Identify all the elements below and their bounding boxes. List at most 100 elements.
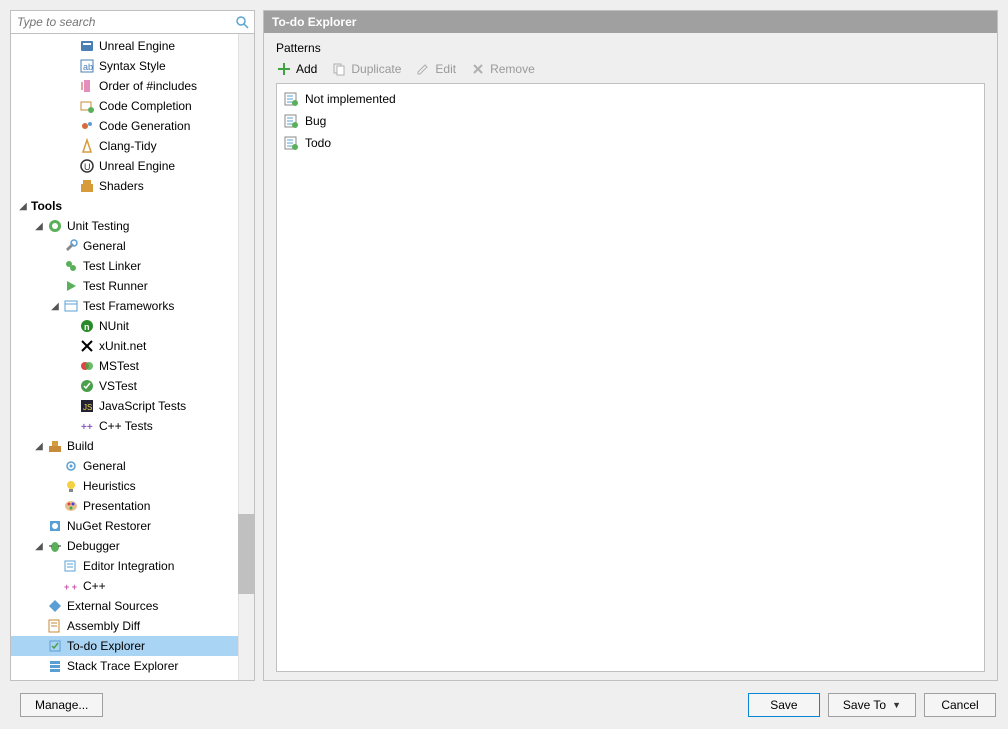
pattern-item[interactable]: Not implemented <box>281 88 980 110</box>
cancel-button[interactable]: Cancel <box>924 693 996 717</box>
unreal-icon <box>79 38 95 54</box>
tree-item[interactable]: JS JavaScript Tests <box>11 396 254 416</box>
tree-item-label: Unreal Engine <box>99 159 175 173</box>
bulb-icon <box>63 478 79 494</box>
expander-icon[interactable]: ◢ <box>33 440 45 452</box>
tree-item[interactable]: ◢ Unit Testing <box>11 216 254 236</box>
tree-item-label: General <box>83 239 126 253</box>
tree-item-label: JavaScript Tests <box>99 399 186 413</box>
tree-item[interactable]: + +C++ <box>11 576 254 596</box>
tree-item[interactable]: General <box>11 456 254 476</box>
tree-item[interactable]: Presentation <box>11 496 254 516</box>
tree-item-label: Test Frameworks <box>83 299 174 313</box>
tree-item[interactable]: General <box>11 236 254 256</box>
expander-icon[interactable]: ◢ <box>17 200 29 212</box>
tree-item-label: Test Linker <box>83 259 141 273</box>
xunit-icon <box>79 338 95 354</box>
pattern-label: Not implemented <box>305 92 396 106</box>
search-input[interactable] <box>11 13 234 31</box>
tree-item-label: NUnit <box>99 319 129 333</box>
tree-item[interactable]: ◢Tools <box>11 196 254 216</box>
vstest-icon <box>79 378 95 394</box>
svg-text:++: ++ <box>81 422 93 433</box>
scrollbar-thumb[interactable] <box>238 514 254 594</box>
tree-item[interactable]: MSTest <box>11 356 254 376</box>
runner-icon <box>63 278 79 294</box>
save-button[interactable]: Save <box>748 693 820 717</box>
duplicate-button[interactable]: Duplicate <box>331 61 401 77</box>
tree-item[interactable]: External Sources <box>11 596 254 616</box>
js-icon: JS <box>79 398 95 414</box>
tree-item-label: To-do Explorer <box>67 639 145 653</box>
remove-label: Remove <box>490 62 535 76</box>
pattern-item[interactable]: Todo <box>281 132 980 154</box>
tree-item[interactable]: Heuristics <box>11 476 254 496</box>
tree-item[interactable]: ◢Debugger <box>11 536 254 556</box>
completion-icon <box>79 98 95 114</box>
tree-item[interactable]: ++C++ Tests <box>11 416 254 436</box>
tree-item[interactable]: Order of #includes <box>11 76 254 96</box>
expander-icon[interactable]: ◢ <box>33 540 45 552</box>
tree-item[interactable]: VSTest <box>11 376 254 396</box>
tree-item-label: NuGet Restorer <box>67 519 151 533</box>
scrollbar[interactable] <box>238 34 254 680</box>
unittest-icon <box>47 218 63 234</box>
tree-item-label: Clang-Tidy <box>99 139 157 153</box>
pattern-icon <box>283 91 299 107</box>
expander-icon[interactable]: ◢ <box>49 300 61 312</box>
x-icon <box>470 61 486 77</box>
svg-text:ab: ab <box>83 62 93 72</box>
gear-icon <box>63 458 79 474</box>
tree-item[interactable]: Test Linker <box>11 256 254 276</box>
generation-icon <box>79 118 95 134</box>
svg-text:+ +: + + <box>64 582 77 592</box>
add-button[interactable]: Add <box>276 61 317 77</box>
tree-item[interactable]: Unreal Engine <box>11 36 254 56</box>
search-icon <box>234 14 250 30</box>
tree-item-label: Heuristics <box>83 479 136 493</box>
tree-item[interactable]: Editor Integration <box>11 556 254 576</box>
pattern-list[interactable]: Not implemented BugTodo <box>276 83 985 672</box>
cppplus-icon: + + <box>63 578 79 594</box>
tree-item[interactable]: ◢Build <box>11 436 254 456</box>
clang-icon <box>79 138 95 154</box>
cpp-icon: ++ <box>79 418 95 434</box>
tree-item[interactable]: Assembly Diff <box>11 616 254 636</box>
pattern-icon <box>283 113 299 129</box>
tree-item[interactable]: U Unreal Engine <box>11 156 254 176</box>
tree-item-label: Order of #includes <box>99 79 197 93</box>
tree-item[interactable]: Stack Trace Explorer <box>11 656 254 676</box>
edit-label: Edit <box>435 62 456 76</box>
tree-item[interactable]: To-do Explorer <box>11 636 254 656</box>
tree-item[interactable]: Code Generation <box>11 116 254 136</box>
remove-button[interactable]: Remove <box>470 61 535 77</box>
palette-icon <box>63 498 79 514</box>
search-box[interactable] <box>10 10 255 34</box>
svg-text:JS: JS <box>83 403 92 412</box>
patterns-toolbar: Add Duplicate Edit <box>276 59 985 83</box>
expander-icon[interactable]: ◢ <box>33 220 45 232</box>
debugger-icon <box>47 538 63 554</box>
tree-item[interactable]: nNUnit <box>11 316 254 336</box>
tree-item-label: Unit Testing <box>67 219 129 233</box>
pattern-icon <box>283 135 299 151</box>
settings-tree[interactable]: Unreal EngineabSyntax StyleOrder of #inc… <box>10 34 255 681</box>
tree-item[interactable]: ◢ Test Frameworks <box>11 296 254 316</box>
tree-item[interactable]: Test Runner <box>11 276 254 296</box>
manage-button[interactable]: Manage... <box>20 693 103 717</box>
frameworks-icon <box>63 298 79 314</box>
tree-item[interactable]: NuGet Restorer <box>11 516 254 536</box>
page-title: To-do Explorer <box>264 11 997 33</box>
plus-icon <box>276 61 292 77</box>
pattern-item[interactable]: Bug <box>281 110 980 132</box>
tree-item[interactable]: xUnit.net <box>11 336 254 356</box>
tree-item[interactable]: Clang-Tidy <box>11 136 254 156</box>
save-to-button[interactable]: Save To ▼ <box>828 693 916 717</box>
tree-item[interactable]: Shaders <box>11 176 254 196</box>
pencil-icon <box>415 61 431 77</box>
tree-item[interactable]: Code Completion <box>11 96 254 116</box>
edit-button[interactable]: Edit <box>415 61 456 77</box>
tree-item-label: Test Runner <box>83 279 148 293</box>
ue-icon: U <box>79 158 95 174</box>
tree-item[interactable]: abSyntax Style <box>11 56 254 76</box>
